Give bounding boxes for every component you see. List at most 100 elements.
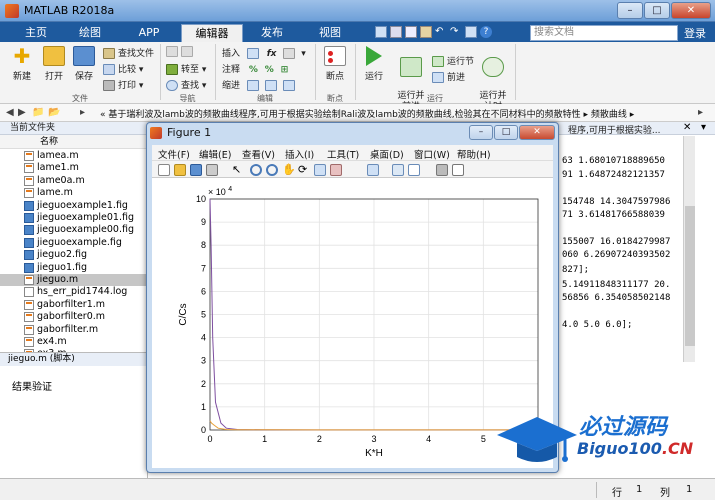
open-button[interactable]: 打开 [40,46,68,82]
show-plot-tools-icon[interactable] [452,164,464,176]
tab-publish[interactable]: 发布 [248,24,296,42]
file-list-item[interactable]: gaborfilter1.m [0,299,148,311]
menu-file[interactable]: 文件(F) [158,147,190,161]
open-file-icon[interactable] [174,164,186,176]
switch-windows-icon[interactable] [465,26,477,38]
nav-back-forward[interactable] [166,46,196,57]
save-icon[interactable] [375,26,387,38]
file-list-item[interactable]: jieguoexample1.fig [0,200,148,212]
percent-brace-icon[interactable]: % [265,65,274,75]
close-icon[interactable]: ✕ [671,2,711,19]
save-button[interactable]: 保存 [70,46,98,82]
editor-close-icon[interactable]: ✕ [683,122,691,133]
history-arrow-icon[interactable]: ▸ [80,107,85,118]
login-link[interactable]: 登录 [684,25,706,41]
compare-button[interactable]: 比较 ▾ [103,62,143,75]
maximize-icon[interactable]: □ [644,2,670,19]
decrease-indent-icon[interactable] [282,80,295,91]
menu-window[interactable]: 窗口(W) [414,147,450,161]
menu-insert[interactable]: 插入(I) [285,147,314,161]
pointer-icon[interactable]: ↖ [232,164,244,176]
figure-maximize-icon[interactable]: □ [494,125,518,140]
search-input[interactable]: 搜索文档 [530,25,678,41]
minimize-icon[interactable]: – [617,2,643,19]
file-list-item[interactable]: ex4.m [0,336,148,348]
file-list-item[interactable]: lamea.m [0,150,148,162]
editor-scrollbar[interactable] [683,136,695,362]
pan-hand-icon[interactable]: ✋ [282,164,296,176]
tab-view[interactable]: 视图 [306,24,354,42]
file-list-item[interactable]: hs_err_pid1744.log [0,286,148,298]
menu-desktop[interactable]: 桌面(D) [370,147,404,161]
file-list-item[interactable]: jieguo1.fig [0,262,148,274]
data-cursor-icon[interactable] [314,164,326,176]
cut-icon[interactable] [390,26,402,38]
current-folder-path[interactable]: « 基于瑞利波及lamb波的频散曲线程序,可用于根据实验绘制Rali波及lamb… [100,107,634,120]
indent-button[interactable]: 缩进 [222,78,298,91]
file-list-item[interactable]: gaborfilter.m [0,324,148,336]
scrollbar-thumb[interactable] [685,206,695,346]
menu-view[interactable]: 查看(V) [242,147,275,161]
goto-button[interactable]: 转至 ▾ [166,62,206,75]
file-list-item[interactable]: lame1.m [0,162,148,174]
new-button[interactable]: ✚ 新建 [8,46,36,82]
name-column-header[interactable]: 名称 [0,135,148,149]
new-figure-icon[interactable] [158,164,170,176]
insert-button[interactable]: 插入 fx ▾ [222,46,306,59]
zoom-in-icon[interactable] [250,164,262,176]
figure-close-icon[interactable]: ✕ [519,125,555,140]
print-button[interactable]: 打印 ▾ [103,78,143,91]
link-plot-icon[interactable] [367,164,379,176]
hide-plot-tools-icon[interactable] [436,164,448,176]
breakpoints-button[interactable]: 断点 [320,46,350,82]
insert-legend-icon[interactable] [408,164,420,176]
menu-tools[interactable]: 工具(T) [327,147,359,161]
run-section-button[interactable]: 运行节 [432,54,474,67]
find-files-button[interactable]: 查找文件 [103,46,154,59]
tab-editor[interactable]: 编辑器 [181,24,243,42]
paste-icon[interactable] [420,26,432,38]
copy-icon[interactable] [405,26,417,38]
tab-home[interactable]: 主页 [14,24,58,42]
find-button[interactable]: 查找 ▾ [166,78,206,91]
file-list-item[interactable]: jieguoexample.fig [0,237,148,249]
browse-folder-icon[interactable]: 📂 [48,107,60,118]
file-list-item[interactable]: lame.m [0,187,148,199]
tab-apps[interactable]: APP [124,24,174,42]
wrap-comment-icon[interactable]: ⊞ [281,65,289,75]
comment-button[interactable]: 注释 % % ⊞ [222,62,288,75]
figure-minimize-icon[interactable]: – [469,125,493,140]
path-dropdown-icon[interactable]: ▸ [698,107,703,118]
rotate-3d-icon[interactable]: ⟳ [298,164,310,176]
forward-arrow-icon[interactable]: ▶ [18,107,26,118]
file-list-item[interactable]: gaborfilter0.m [0,311,148,323]
zoom-out-icon[interactable] [266,164,278,176]
figure-canvas[interactable]: 0 1 2 3 4 5 0 1 2 3 4 5 6 7 8 9 10 K*H C/Cs × 10 4 [152,178,553,468]
smart-indent-icon[interactable] [246,80,259,91]
run-button[interactable]: 运行 [360,46,388,82]
brush-icon[interactable] [330,164,342,176]
file-list-item[interactable]: jieguo.m [0,274,148,287]
print-figure-icon[interactable] [206,164,218,176]
save-figure-icon[interactable] [190,164,202,176]
file-list-item[interactable]: jieguo2.fig [0,249,148,261]
file-list-item[interactable]: lame0a.m [0,175,148,187]
up-folder-icon[interactable]: 📁 [32,107,44,118]
tab-plots[interactable]: 绘图 [66,24,114,42]
back-arrow-icon[interactable]: ◀ [6,107,14,118]
plot-svg[interactable]: 0 1 2 3 4 5 0 1 2 3 4 5 6 7 8 9 10 K*H C/Cs × 10 4 [152,178,553,468]
editor-menu-icon[interactable]: ▾ [701,122,706,133]
percent-icon[interactable]: % [249,65,258,75]
menu-edit[interactable]: 编辑(E) [199,147,231,161]
insert-colorbar-icon[interactable] [392,164,404,176]
help-icon[interactable]: ? [480,26,492,38]
advance-button[interactable]: 前进 [432,70,465,83]
file-list-item[interactable]: jieguoexample01.fig [0,212,148,224]
file-list-item[interactable]: jieguoexample00.fig [0,224,148,236]
editor-tab-title[interactable]: 程序,可用于根据实验... [568,123,660,136]
fx-icon[interactable]: fx [267,49,277,59]
undo-icon[interactable]: ↶ [435,26,447,38]
menu-help[interactable]: 帮助(H) [457,147,491,161]
redo-icon[interactable]: ↷ [450,26,462,38]
increase-indent-icon[interactable] [264,80,277,91]
